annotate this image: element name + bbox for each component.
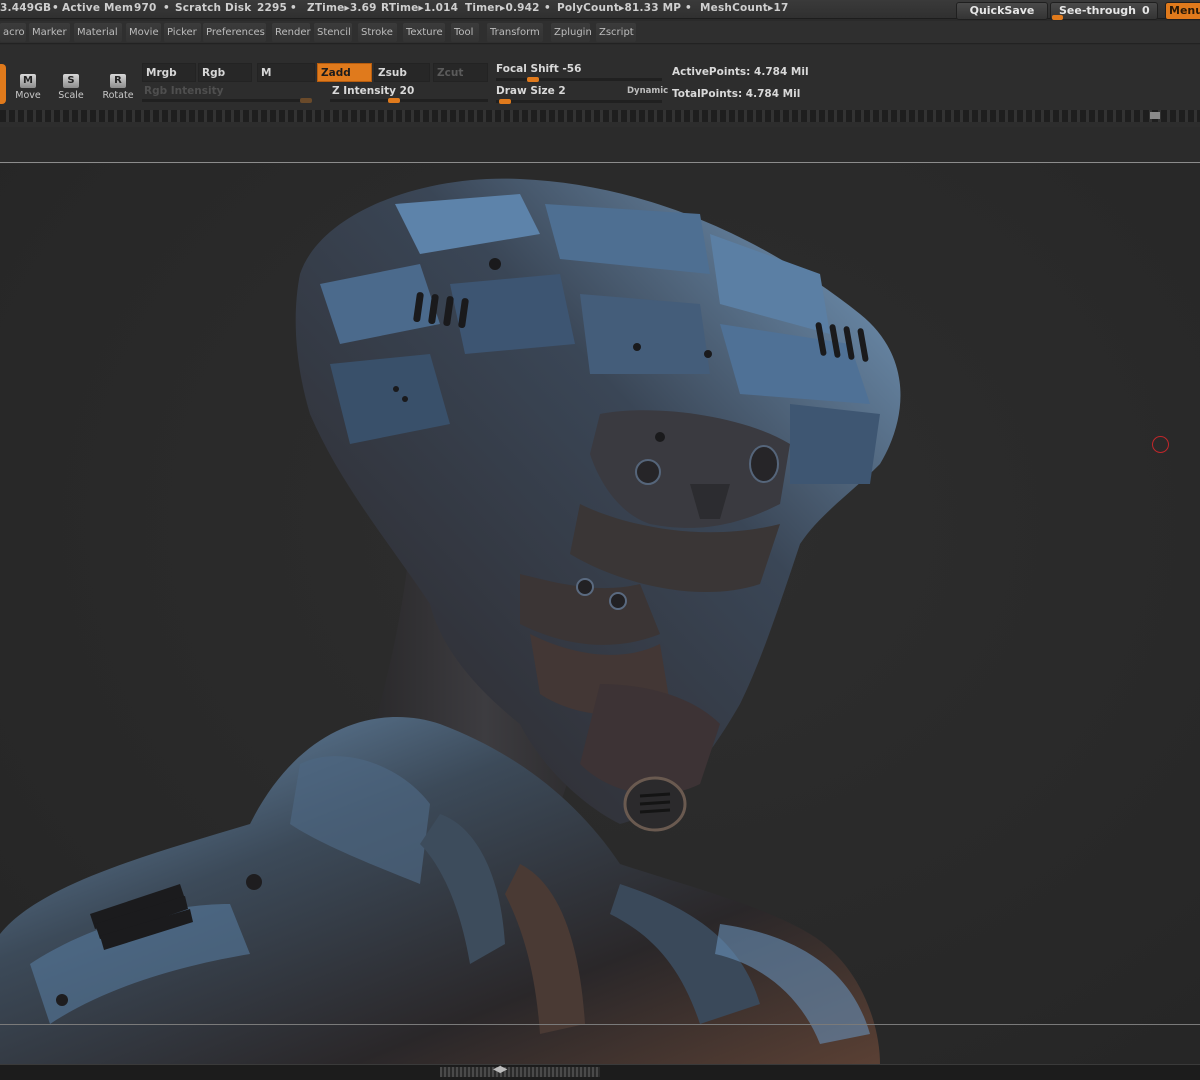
plate-mid-1 — [450, 274, 575, 354]
menu-movie[interactable]: Movie — [126, 23, 161, 42]
rotate-tool[interactable]: R Rotate — [102, 68, 134, 101]
draw-size-label: Draw Size — [496, 85, 555, 97]
see-through-label: See-through — [1059, 4, 1137, 17]
zsub-button[interactable]: Zsub — [374, 63, 430, 82]
move-tool[interactable]: M Move — [12, 68, 44, 101]
bolt-1 — [246, 874, 262, 890]
draw-size-track — [496, 100, 662, 103]
rotate-label: Rotate — [102, 90, 134, 101]
ztime-readout: ZTime▸3.69 — [307, 2, 377, 14]
document-bar — [0, 127, 1200, 163]
focal-shift-label: Focal Shift — [496, 63, 559, 75]
menu-transform[interactable]: Transform — [487, 23, 543, 42]
tray-handle[interactable] — [440, 1067, 600, 1077]
scale-tool[interactable]: S Scale — [55, 68, 87, 101]
z-intensity-track — [330, 99, 488, 102]
menu-marker[interactable]: Marker — [29, 23, 70, 42]
face-bolt-left — [635, 459, 661, 485]
menu-tool[interactable]: Tool — [451, 23, 479, 42]
shelf-scroll-knob[interactable] — [1150, 112, 1160, 119]
z-intensity-value: 20 — [399, 85, 415, 97]
tray-expand-icon[interactable]: ◀▶ — [493, 1064, 507, 1075]
menu-material[interactable]: Material — [74, 23, 122, 42]
rtime-readout: RTime▸1.014 — [381, 2, 459, 14]
total-points-readout: TotalPoints: 4.784 Mil — [672, 88, 801, 100]
menu-stroke[interactable]: Stroke — [358, 23, 397, 42]
move-label: Move — [15, 90, 41, 101]
see-through-value: 0 — [1142, 4, 1150, 17]
plate-side-4 — [790, 404, 880, 484]
move-icon: M — [20, 74, 36, 88]
dot-sep-1: • — [52, 2, 59, 14]
z-intensity-label: Z Intensity — [332, 85, 396, 97]
jaw-bolt-2 — [609, 592, 627, 610]
rgb-intensity-thumb[interactable] — [300, 98, 312, 103]
active-points-readout: ActivePoints: 4.784 Mil — [672, 66, 809, 78]
meshcount-readout: MeshCount▸17 — [700, 2, 789, 14]
draw-size-value: 2 — [558, 85, 566, 97]
brush-cursor-icon — [1152, 436, 1169, 453]
canvas-floor-line — [0, 1024, 1200, 1025]
z-intensity-slider[interactable]: Z Intensity 20 — [332, 85, 414, 97]
bottom-tray[interactable]: ◀▶ — [0, 1064, 1200, 1080]
focal-shift-track — [496, 78, 662, 81]
draw-size-slider[interactable]: Draw Size 2 — [496, 85, 566, 97]
z-intensity-thumb[interactable] — [388, 98, 400, 103]
active-mem-value: 970 — [134, 2, 157, 14]
sculpt-render — [0, 178, 901, 1064]
zcut-button[interactable]: Zcut — [433, 63, 488, 82]
menu-preferences[interactable]: Preferences — [203, 23, 266, 42]
rgb-intensity-slider[interactable]: Rgb Intensity — [144, 85, 223, 97]
status-bar: 3.449GB • Active Mem 970 • Scratch Disk … — [0, 0, 1200, 20]
rgb-button[interactable]: Rgb — [198, 63, 252, 82]
menu-render[interactable]: Render — [272, 23, 311, 42]
viewport-canvas[interactable] — [0, 164, 1200, 1064]
edit-mode-button[interactable] — [0, 64, 6, 104]
focal-shift-slider[interactable]: Focal Shift -56 — [496, 63, 581, 75]
see-through-thumb[interactable] — [1052, 15, 1063, 20]
focal-shift-value: -56 — [562, 63, 582, 75]
menu-texture[interactable]: Texture — [403, 23, 445, 42]
bolt-2 — [56, 994, 68, 1006]
timer-readout: Timer▸0.942 — [465, 2, 540, 14]
zadd-button[interactable]: Zadd — [317, 63, 372, 82]
free-mem-readout: 3.449GB — [0, 2, 52, 14]
focal-shift-thumb[interactable] — [527, 77, 539, 82]
dot-sep-3: • — [290, 2, 297, 14]
torso-shape — [0, 717, 880, 1064]
scale-icon: S — [63, 74, 79, 88]
see-through-slider[interactable]: See-through 0 — [1050, 2, 1158, 20]
rotate-icon: R — [110, 74, 126, 88]
scale-label: Scale — [58, 90, 84, 101]
dynamic-toggle[interactable]: Dynamic — [627, 86, 668, 96]
menu-zscript[interactable]: Zscript — [596, 23, 636, 42]
draw-size-thumb[interactable] — [499, 99, 511, 104]
menu-bar: acro Marker Material Movie Picker Prefer… — [0, 21, 1200, 44]
face-eye-right — [749, 445, 779, 483]
menu-zplugin[interactable]: Zplugin — [551, 23, 592, 42]
polycount-readout: PolyCount▸81.33 MP — [557, 2, 682, 14]
m-button[interactable]: M — [257, 63, 315, 82]
mrgb-button[interactable]: Mrgb — [142, 63, 196, 82]
dot-sep-2: • — [163, 2, 170, 14]
menu-picker[interactable]: Picker — [164, 23, 201, 42]
dot-sep-5: • — [685, 2, 692, 14]
active-mem-label: Active Mem — [62, 2, 134, 14]
plate-mid-2 — [580, 294, 710, 374]
quicksave-button[interactable]: QuickSave — [956, 2, 1048, 20]
jaw-bolt-1 — [576, 578, 594, 596]
scratch-disk-value: 2295 — [257, 2, 288, 14]
rgb-intensity-track — [142, 99, 312, 102]
menu-macro[interactable]: acro — [0, 23, 26, 42]
shelf-scroll-strip[interactable] — [0, 110, 1200, 122]
scratch-disk-label: Scratch Disk — [175, 2, 252, 14]
dot-sep-4: • — [544, 2, 551, 14]
menu-stencil[interactable]: Stencil — [314, 23, 352, 42]
menus-toggle[interactable]: Menus — [1165, 2, 1200, 20]
